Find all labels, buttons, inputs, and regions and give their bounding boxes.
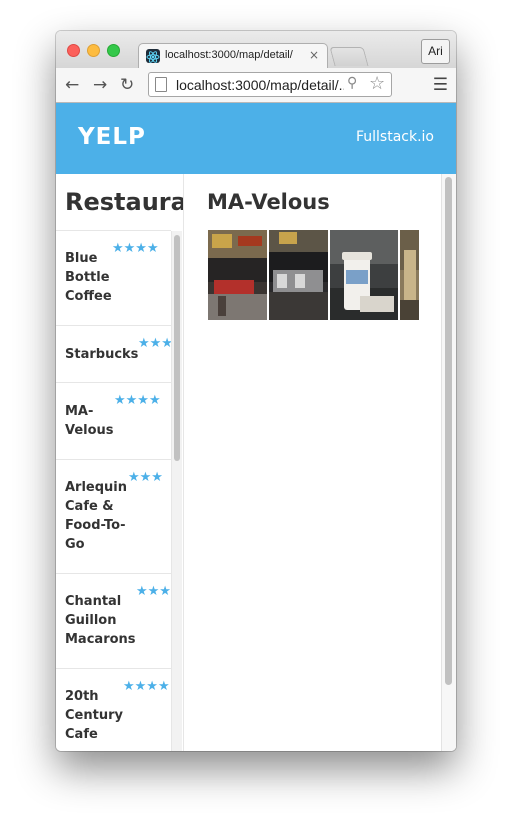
title-bar: localhost:3000/map/detail/ × Ari xyxy=(56,31,456,69)
restaurant-name: Starbucks xyxy=(65,347,139,362)
browser-tab[interactable]: localhost:3000/map/detail/ × xyxy=(138,43,328,69)
url-text[interactable]: localhost:3000/map/detail/... xyxy=(176,77,344,93)
restaurant-name: MA- Velous xyxy=(65,404,114,438)
page-icon xyxy=(155,77,167,92)
page-scroll-thumb[interactable] xyxy=(445,177,452,685)
forward-icon[interactable]: → xyxy=(93,75,107,95)
restaurant-sidebar: Restaurants BlueBottleCoffee ★★★★ Starbu… xyxy=(56,174,184,751)
restaurant-detail: MA-Velous xyxy=(184,174,442,751)
page-content: YELP Fullstack.io Restaurants BlueBottle… xyxy=(56,103,456,751)
restaurant-photo[interactable] xyxy=(208,230,267,320)
photo-strip xyxy=(208,230,419,321)
list-item[interactable]: MA- Velous ★★★★ xyxy=(56,383,171,460)
restaurant-photo[interactable] xyxy=(400,230,419,320)
back-icon[interactable]: ← xyxy=(65,75,79,95)
tab-title: localhost:3000/map/detail/ xyxy=(165,49,293,61)
yelp-logo[interactable]: YELP xyxy=(78,124,146,150)
restaurant-list: Blue Bottle Coffee ★★★★ Starbucks ★★★ MA- V… xyxy=(56,230,171,751)
close-window-button[interactable] xyxy=(67,44,80,57)
restaurant-name: Arlequin Cafe & Food-To- Go xyxy=(65,480,128,552)
zoom-icon[interactable]: ⚲ xyxy=(347,75,357,91)
tab-close-icon[interactable]: × xyxy=(309,48,319,62)
rating-stars-icon: ★★★★ xyxy=(112,241,159,256)
sidebar-title: Restaurants xyxy=(65,188,183,216)
rating-stars-icon: ★★★★ xyxy=(123,679,170,694)
address-bar[interactable]: localhost:3000/map/detail/... ⚲ ☆ xyxy=(148,72,392,97)
restaurant-name: 20th Century Cafe xyxy=(65,689,123,742)
rating-stars-icon: ★★★ xyxy=(128,470,163,485)
zoom-window-button[interactable] xyxy=(107,44,120,57)
rating-stars-icon: ★★★★ xyxy=(114,393,161,408)
list-item[interactable]: Starbucks ★★★ xyxy=(56,326,171,383)
app-header: YELP Fullstack.io xyxy=(56,103,456,174)
restaurant-name: Blue Bottle Coffee xyxy=(65,251,112,304)
rating-stars-icon: ★★★ xyxy=(136,584,171,599)
bookmark-star-icon[interactable]: ☆ xyxy=(369,73,385,94)
new-tab-button[interactable] xyxy=(329,47,369,66)
fullstack-link[interactable]: Fullstack.io xyxy=(356,129,434,145)
list-item[interactable]: Arlequin Cafe & Food-To- Go ★★★ xyxy=(56,460,171,574)
rating-stars-icon: ★★★ xyxy=(138,336,171,351)
react-favicon-icon xyxy=(146,49,160,63)
restaurant-photo[interactable] xyxy=(330,230,398,320)
restaurant-name: Chantal Guillon Macarons xyxy=(65,594,136,647)
browser-window: localhost:3000/map/detail/ × Ari ← → ↻ l… xyxy=(56,31,456,751)
browser-toolbar: ← → ↻ localhost:3000/map/detail/... ⚲ ☆ … xyxy=(56,68,456,103)
minimize-window-button[interactable] xyxy=(87,44,100,57)
restaurant-photo[interactable] xyxy=(269,230,328,320)
list-item[interactable]: Chantal Guillon Macarons ★★★ xyxy=(56,574,171,669)
reload-icon[interactable]: ↻ xyxy=(120,75,134,95)
sidebar-scroll-thumb[interactable] xyxy=(174,235,180,461)
menu-icon[interactable]: ☰ xyxy=(433,75,448,95)
profile-button[interactable]: Ari xyxy=(421,39,450,64)
list-item[interactable]: 20th Century Cafe ★★★★ xyxy=(56,669,171,751)
sidebar-scrollbar[interactable] xyxy=(171,231,182,751)
detail-title: MA-Velous xyxy=(207,190,330,214)
page-scrollbar[interactable] xyxy=(441,174,456,751)
list-item[interactable]: Blue Bottle Coffee ★★★★ xyxy=(56,231,171,326)
